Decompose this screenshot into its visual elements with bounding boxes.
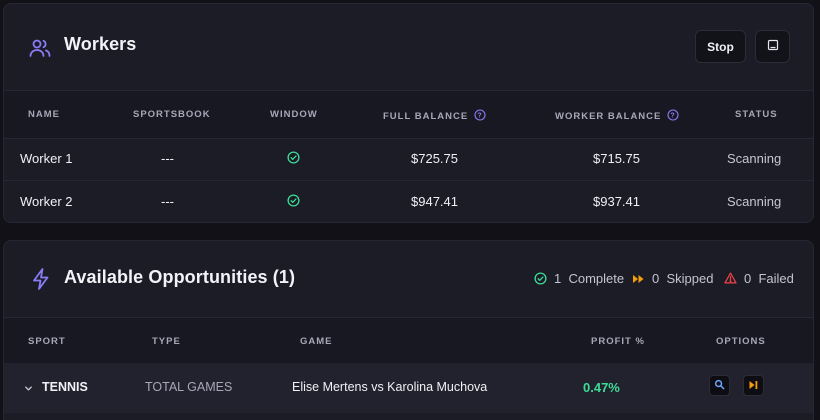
col-window: WINDOW (270, 109, 318, 120)
skip-forward-icon (748, 377, 759, 395)
col-full-balance: FULL BALANCE? (383, 109, 486, 124)
worker-balance: $937.41 (593, 194, 640, 209)
svg-text:?: ? (478, 113, 483, 120)
col-status: STATUS (735, 109, 778, 120)
help-icon[interactable]: ? (667, 109, 679, 124)
opportunity-game: Elise Mertens vs Karolina Muchova (292, 380, 488, 394)
workers-panel: Workers Stop NAME SPORTSBOOK WINDOW FULL… (3, 3, 814, 223)
worker-sportsbook: --- (161, 194, 174, 209)
col-sportsbook: SPORTSBOOK (133, 109, 211, 120)
table-row[interactable]: TENNIS TOTAL GAMES Elise Mertens vs Karo… (4, 363, 813, 413)
col-options: OPTIONS (716, 336, 766, 347)
worker-full-balance: $725.75 (411, 151, 458, 166)
image-button[interactable] (755, 30, 790, 63)
worker-status: Scanning (727, 151, 782, 166)
opportunities-title: Available Opportunities (1) (64, 267, 296, 287)
opportunity-type: TOTAL GAMES (145, 380, 233, 394)
check-circle-icon (287, 194, 300, 212)
opportunities-header: Available Opportunities (1) 1 Complete 0… (4, 241, 813, 317)
worker-name: Worker 2 (20, 194, 73, 209)
stat-complete: 1 Complete (534, 271, 624, 288)
workers-header: Workers Stop (4, 4, 813, 90)
worker-status: Scanning (727, 194, 782, 209)
col-profit: PROFIT % (591, 336, 645, 347)
opportunities-table-header: SPORT TYPE GAME PROFIT % OPTIONS (4, 317, 813, 365)
col-sport: SPORT (28, 336, 66, 347)
check-circle-icon (534, 272, 547, 288)
table-row: Worker 1 --- $725.75 $715.75 Scanning (4, 138, 813, 181)
check-circle-icon (287, 151, 300, 169)
search-button[interactable] (709, 375, 730, 396)
workers-table-header: NAME SPORTSBOOK WINDOW FULL BALANCE? WOR… (4, 90, 813, 139)
opportunity-sport: TENNIS (42, 380, 88, 394)
search-icon (714, 377, 725, 395)
stop-button[interactable]: Stop (695, 30, 746, 63)
svg-text:?: ? (671, 113, 676, 120)
users-icon (28, 36, 52, 60)
opportunities-panel: Available Opportunities (1) 1 Complete 0… (3, 240, 814, 420)
stat-skipped: 0 Skipped (632, 271, 713, 287)
opportunity-profit: 0.47% (583, 380, 620, 395)
table-row: Worker 2 --- $947.41 $937.41 Scanning (4, 181, 813, 223)
fast-forward-icon (632, 272, 645, 287)
worker-full-balance: $947.41 (411, 194, 458, 209)
worker-sportsbook: --- (161, 151, 174, 166)
warning-triangle-icon (724, 272, 737, 287)
col-type: TYPE (152, 336, 181, 347)
skip-button[interactable] (743, 375, 764, 396)
workers-title: Workers (64, 34, 137, 54)
worker-balance: $715.75 (593, 151, 640, 166)
stat-failed: 0 Failed (724, 271, 794, 287)
col-worker-balance: WORKER BALANCE? (555, 109, 679, 124)
worker-name: Worker 1 (20, 151, 73, 166)
image-icon (767, 38, 779, 56)
lightning-icon (30, 267, 54, 291)
col-game: GAME (300, 336, 333, 347)
help-icon[interactable]: ? (474, 109, 486, 124)
col-name: NAME (28, 109, 60, 120)
chevron-down-icon[interactable] (24, 381, 33, 396)
